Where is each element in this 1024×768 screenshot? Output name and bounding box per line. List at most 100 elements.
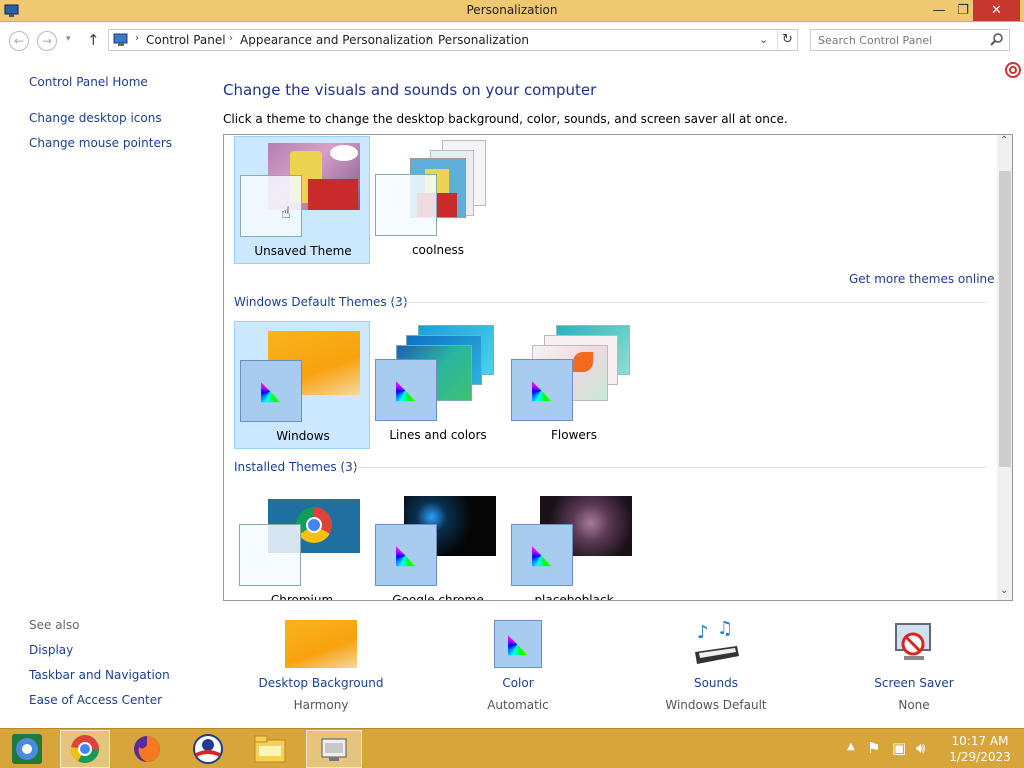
desktop-background-icon (285, 620, 357, 668)
window-title: Personalization (466, 3, 558, 17)
page-description: Click a theme to change the desktop back… (223, 112, 788, 126)
theme-lines-and-colors[interactable]: ◣ Lines and colors (370, 321, 506, 449)
show-hidden-icons-button[interactable]: ▲ (847, 741, 855, 752)
group-header-default[interactable]: Windows Default Themes (3) (234, 295, 408, 309)
ease-of-access-link[interactable]: Ease of Access Center (29, 693, 162, 707)
get-more-themes-link[interactable]: Get more themes online (849, 272, 995, 286)
system-clock[interactable]: 10:17 AM 1/29/2023 (940, 733, 1020, 765)
sounds-setting[interactable]: ♪ ♫ Sounds Windows Default (636, 618, 796, 712)
chrome-logo-center (306, 517, 322, 533)
help-icon[interactable] (1005, 62, 1021, 78)
taskbar-navigation-link[interactable]: Taskbar and Navigation (29, 668, 170, 682)
scroll-up-arrow-icon[interactable]: ⌃ (1000, 135, 1008, 146)
see-also-heading: See also (29, 618, 80, 632)
theme-label: Google chrome (392, 593, 484, 601)
display-link[interactable]: Display (29, 643, 73, 657)
page-title: Change the visuals and sounds on your co… (223, 81, 597, 99)
flower-petal (573, 352, 593, 372)
color-setting[interactable]: ◣ Color Automatic (438, 620, 598, 712)
sounds-link[interactable]: Sounds (636, 676, 796, 690)
restore-button[interactable]: ❐ (951, 0, 975, 21)
folder-icon (254, 735, 286, 763)
campaign-logo-icon (193, 734, 223, 764)
theme-unsaved[interactable]: ☝ Unsaved Theme (234, 136, 370, 264)
theme-color-box (239, 524, 301, 586)
clock-date: 1/29/2023 (949, 750, 1011, 764)
mouse-cursor-icon: ☝ (281, 203, 291, 222)
chrome-logo-icon (296, 507, 332, 543)
themes-list[interactable]: ☝ Unsaved Theme coolness Get more themes… (223, 134, 1013, 601)
theme-flowers[interactable]: ◣ Flowers (506, 321, 642, 449)
action-center-flag-icon[interactable]: ⚑ (867, 739, 880, 757)
theme-color-box: ◣ (511, 359, 573, 421)
chromium-icon (12, 734, 42, 764)
theme-label: Windows (276, 429, 330, 443)
group-divider (392, 302, 987, 303)
theme-color-box: ◣ (240, 360, 302, 422)
taskbar-chromium-app[interactable] (2, 730, 52, 768)
theme-google-chrome[interactable]: ◣ Google chrome (370, 486, 506, 601)
taskbar-file-explorer-app[interactable] (245, 730, 295, 768)
back-button[interactable]: ← (9, 31, 29, 51)
minimize-button[interactable]: — (927, 0, 951, 21)
forward-button[interactable]: → (37, 31, 57, 51)
theme-label: placeboblack (534, 593, 614, 601)
theme-color-box (375, 174, 437, 236)
theme-label: Flowers (551, 428, 597, 442)
scroll-down-arrow-icon[interactable]: ⌄ (1000, 585, 1008, 596)
breadcrumb-personalization[interactable]: Personalization (438, 33, 529, 47)
theme-color-box (240, 175, 302, 237)
search-icon[interactable] (990, 33, 1004, 50)
color-fan-icon: ◣ (532, 375, 552, 405)
theme-windows[interactable]: ◣ Windows (234, 321, 370, 449)
taskbar-obama-app[interactable] (183, 730, 233, 768)
navigation-bar: ← → ▾ ↑ › Control Panel › Appearance and… (0, 23, 1024, 59)
up-arrow-icon: ↑ (87, 31, 100, 49)
screen-saver-value: None (898, 698, 930, 712)
search-input[interactable]: Search Control Panel (810, 29, 1010, 51)
breadcrumb-separator-icon[interactable]: › (135, 33, 139, 44)
search-placeholder: Search Control Panel (818, 34, 933, 47)
screen-saver-link[interactable]: Screen Saver (834, 676, 994, 690)
breadcrumb-control-panel[interactable]: Control Panel (146, 33, 226, 47)
theme-coolness[interactable]: coolness (370, 136, 506, 264)
change-desktop-icons-link[interactable]: Change desktop icons (29, 111, 162, 125)
refresh-button[interactable]: ↻ (777, 30, 797, 50)
vertical-scrollbar[interactable]: ⌃ ⌄ (997, 135, 1012, 600)
color-link[interactable]: Color (438, 676, 598, 690)
taskbar-chrome-app[interactable] (60, 730, 110, 768)
theme-chromium[interactable]: Chromium (234, 486, 370, 601)
control-panel-home-link[interactable]: Control Panel Home (29, 75, 148, 89)
red-shirt (308, 179, 358, 210)
up-button[interactable]: ↑ (87, 31, 100, 49)
theme-color-box: ◣ (511, 524, 573, 586)
desktop-background-setting[interactable]: Desktop Background Harmony (241, 620, 401, 712)
desktop-background-link[interactable]: Desktop Background (241, 676, 401, 690)
scrollbar-thumb[interactable] (999, 171, 1011, 467)
address-bar[interactable]: › Control Panel › Appearance and Persona… (108, 29, 798, 51)
recent-locations-dropdown[interactable]: ▾ (66, 34, 71, 44)
taskbar-control-panel-app[interactable] (306, 730, 362, 768)
taskbar-firefox-app[interactable] (122, 730, 172, 768)
color-fan-icon: ◣ (532, 540, 552, 570)
firefox-icon (134, 736, 160, 762)
screen-saver-setting[interactable]: Screen Saver None (834, 620, 994, 712)
breadcrumb-appearance[interactable]: Appearance and Personalization (240, 33, 433, 47)
address-dropdown-icon[interactable]: ⌄ (759, 33, 768, 46)
theme-label: Chromium (270, 593, 334, 601)
theme-placeboblack[interactable]: ◣ placeboblack (506, 486, 642, 601)
breadcrumb-separator-icon[interactable]: › (427, 33, 431, 44)
group-header-installed[interactable]: Installed Themes (3) (234, 460, 357, 474)
title-bar: Personalization — ❐ ✕ (0, 0, 1024, 22)
desktop-background-value: Harmony (293, 698, 349, 712)
volume-icon[interactable]: 🔊︎ (916, 739, 925, 757)
theme-color-box: ◣ (375, 524, 437, 586)
color-fan-icon: ◣ (261, 376, 281, 406)
network-icon[interactable]: ▣ (892, 739, 906, 757)
breadcrumb-separator-icon[interactable]: › (229, 33, 233, 44)
forward-arrow-icon: → (41, 34, 53, 48)
change-mouse-pointers-link[interactable]: Change mouse pointers (29, 136, 172, 150)
control-panel-icon (321, 738, 347, 761)
svg-text:♪: ♪ (697, 622, 709, 643)
close-button[interactable]: ✕ (973, 0, 1020, 21)
